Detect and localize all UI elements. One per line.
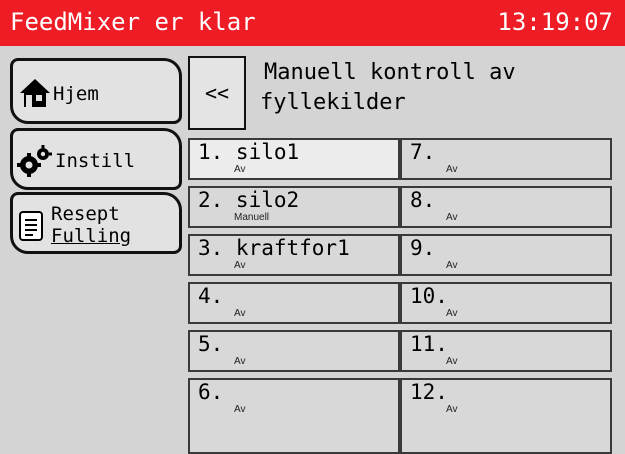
source-state: Av [234, 308, 246, 319]
source-name: 3. kraftfor1 [198, 236, 350, 260]
source-state: Av [446, 308, 458, 319]
back-button[interactable]: << [188, 56, 246, 130]
source-button[interactable]: 7. Av [400, 138, 612, 180]
source-name: 1. silo1 [198, 140, 300, 164]
source-state: Av [234, 404, 246, 415]
source-name: 4. [198, 284, 224, 308]
source-button[interactable]: 10. Av [400, 282, 612, 324]
source-state: Av [446, 212, 458, 223]
source-state: Av [446, 404, 458, 415]
source-state: Av [446, 260, 458, 271]
source-state: Av [234, 164, 246, 175]
gears-icon [17, 145, 52, 177]
source-button[interactable]: 11. Av [400, 330, 612, 372]
source-name: 11. [410, 332, 448, 356]
source-button[interactable]: 6. Av [188, 378, 400, 454]
sidebar-item-label-line1: Resept [51, 203, 120, 225]
source-button[interactable]: 8. Av [400, 186, 612, 228]
sidebar-item-home[interactable]: Hjem [10, 58, 182, 124]
source-button[interactable]: 2. silo2 Manuell [188, 186, 400, 228]
document-icon [19, 211, 43, 241]
house-icon [20, 79, 50, 107]
source-name: 9. [410, 236, 436, 260]
page-title-line2: fyllekilder [260, 90, 406, 115]
page-title-line1: Manuell kontroll av [264, 60, 516, 85]
source-name: 8. [410, 188, 436, 212]
source-button[interactable]: 1. silo1 Av [188, 138, 400, 180]
source-state: Av [234, 356, 246, 367]
status-bar: FeedMixer er klar 13:19:07 [0, 0, 625, 46]
source-button[interactable]: 5. Av [188, 330, 400, 372]
source-button[interactable]: 12. Av [400, 378, 612, 454]
sidebar-item-recipe-filling[interactable]: Resept Fulling [10, 192, 182, 254]
sidebar-item-settings[interactable]: Instill [10, 128, 182, 190]
source-name: 6. [198, 380, 224, 404]
source-name: 5. [198, 332, 224, 356]
source-button[interactable]: 4. Av [188, 282, 400, 324]
source-state: Manuell [234, 212, 270, 223]
status-title: FeedMixer er klar [10, 8, 256, 36]
source-name: 12. [410, 380, 448, 404]
source-state: Av [446, 356, 458, 367]
source-button[interactable]: 9. Av [400, 234, 612, 276]
sidebar-item-label-line2: Fulling [51, 225, 132, 247]
source-name: 2. silo2 [198, 188, 300, 212]
source-state: Av [446, 164, 458, 175]
clock: 13:19:07 [497, 8, 613, 36]
source-name: 7. [410, 140, 436, 164]
sidebar-item-label: Instill [55, 150, 136, 172]
source-name: 10. [410, 284, 448, 308]
sidebar-item-label: Hjem [53, 83, 99, 105]
source-button[interactable]: 3. kraftfor1 Av [188, 234, 400, 276]
page-title: Manuell kontroll av fyllekilder [260, 58, 516, 118]
source-state: Av [234, 260, 246, 271]
